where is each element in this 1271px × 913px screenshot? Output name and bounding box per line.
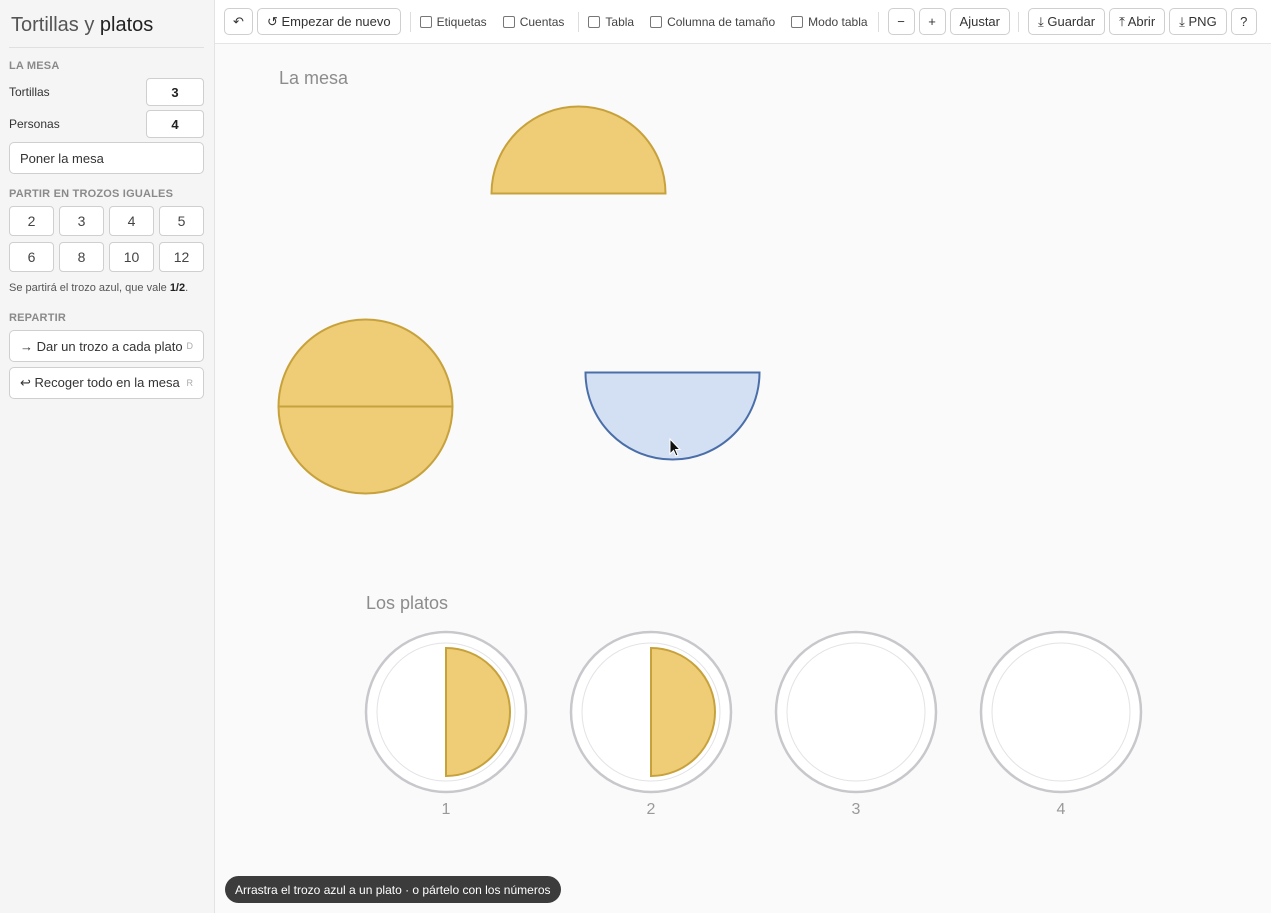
labels-checkbox-label: Etiquetas (436, 14, 487, 29)
people-input[interactable] (146, 110, 204, 138)
tortilla-half-left-upper[interactable] (277, 318, 454, 408)
size-column-checkbox-box[interactable] (650, 15, 663, 28)
split-5-button[interactable]: 5 (159, 206, 204, 236)
table-mode-checkbox-label: Modo tabla (808, 14, 868, 29)
plate-2[interactable] (569, 630, 733, 794)
give-piece-label: → Dar un trozo a cada plato (20, 338, 183, 354)
toolbar-divider (409, 11, 411, 32)
people-label: Personas (9, 117, 60, 131)
toolbar-divider (1018, 11, 1019, 32)
plate-4[interactable] (979, 630, 1143, 794)
split-10-button[interactable]: 10 (109, 242, 154, 272)
counts-checkbox[interactable]: Cuentas (502, 14, 565, 29)
restart-button[interactable]: ↺ Empezar de nuevo (257, 8, 401, 35)
open-button[interactable]: ⤒ Abrir (1109, 8, 1166, 35)
app-title-part1: Tortillas (11, 14, 79, 36)
collect-all-button[interactable]: ↩ Recoger todo en la mesa R (9, 367, 204, 399)
split-3-button[interactable]: 3 (59, 206, 104, 236)
tortilla-half-left-lower[interactable] (277, 405, 454, 495)
counts-checkbox-box[interactable] (502, 15, 515, 28)
split-12-button[interactable]: 12 (159, 242, 204, 272)
split-8-button[interactable]: 8 (59, 242, 104, 272)
give-piece-shortcut: D (186, 341, 194, 351)
plate-1[interactable] (364, 630, 528, 794)
toolbar-divider (578, 11, 580, 32)
size-column-checkbox-label: Columna de tamaño (667, 14, 776, 29)
zoom-out-button[interactable]: − (887, 8, 915, 35)
tortillas-row: Tortillas (9, 78, 204, 106)
counts-checkbox-label: Cuentas (519, 14, 565, 29)
split-note-suffix: . (185, 282, 189, 294)
split-2-button[interactable]: 2 (9, 206, 54, 236)
toolbar: ↶ ↺ Empezar de nuevo Etiquetas Cuentas T… (215, 0, 1271, 44)
split-note-prefix: Se partirá el trozo azul, que vale (9, 282, 170, 294)
zoom-in-button[interactable]: + (918, 8, 946, 35)
people-row: Personas (9, 110, 204, 138)
app-title-part2: platos (99, 14, 154, 36)
split-4-button[interactable]: 4 (109, 206, 154, 236)
labels-checkbox-box[interactable] (419, 15, 432, 28)
split-note-value: 1/2 (169, 282, 186, 294)
collect-all-label: ↩ Recoger todo en la mesa (20, 375, 180, 390)
set-table-button[interactable]: Poner la mesa (9, 142, 204, 174)
app-title: Tortillas y platos (9, 0, 204, 48)
plate-3-number: 3 (851, 801, 861, 818)
help-button[interactable]: ? (1230, 8, 1257, 35)
labels-checkbox[interactable]: Etiquetas (419, 14, 487, 29)
table-checkbox-box[interactable] (588, 15, 601, 28)
table-checkbox-label: Tabla (605, 14, 635, 29)
plates-area-label: Los platos (366, 593, 449, 613)
split-section-label: PARTIR EN TROZOS IGUALES (9, 188, 174, 200)
hint-toast: Arrastra el trozo azul a un plato · o pá… (225, 876, 561, 903)
split-6-button[interactable]: 6 (9, 242, 54, 272)
set-table-button-label: Poner la mesa (20, 150, 104, 166)
table-checkbox[interactable]: Tabla (588, 15, 634, 29)
workspace-canvas[interactable]: La mesa Los platos 1 2 3 4 (215, 44, 1271, 913)
tortillas-label: Tortillas (9, 85, 50, 99)
toolbar-divider (877, 11, 879, 32)
plate-3[interactable] (774, 630, 938, 794)
app-title-separator: y (78, 14, 100, 36)
split-buttons: 2 3 4 5 6 8 10 12 (9, 206, 204, 272)
collect-all-shortcut: R (186, 378, 194, 388)
table-mode-checkbox[interactable]: Modo tabla (791, 14, 868, 29)
size-column-checkbox[interactable]: Columna de tamaño (650, 15, 775, 29)
distribute-section-label: REPARTIR (9, 312, 67, 324)
give-piece-button[interactable]: → Dar un trozo a cada plato D (9, 330, 204, 362)
split-note: Se partirá el trozo azul, que vale 1/2. (9, 282, 204, 294)
sidebar: Tortillas y platos LA MESA Tortillas Per… (0, 0, 215, 913)
table-section-label: LA MESA (9, 60, 60, 72)
undo-button[interactable]: ↶ (224, 8, 253, 35)
plate-1-number: 1 (441, 801, 451, 818)
table-mode-checkbox-box[interactable] (791, 15, 804, 28)
tortillas-input[interactable] (146, 78, 204, 106)
save-button[interactable]: ⤓ Guardar (1028, 8, 1106, 35)
fit-button[interactable]: Ajustar (949, 8, 1010, 35)
table-area-label: La mesa (279, 68, 349, 88)
workspace-drawing (277, 105, 1143, 794)
plate-4-number: 4 (1056, 801, 1066, 818)
export-png-button[interactable]: ⤓ PNG (1169, 8, 1227, 35)
tortilla-half-top[interactable] (490, 105, 667, 195)
plate-2-number: 2 (646, 801, 656, 818)
